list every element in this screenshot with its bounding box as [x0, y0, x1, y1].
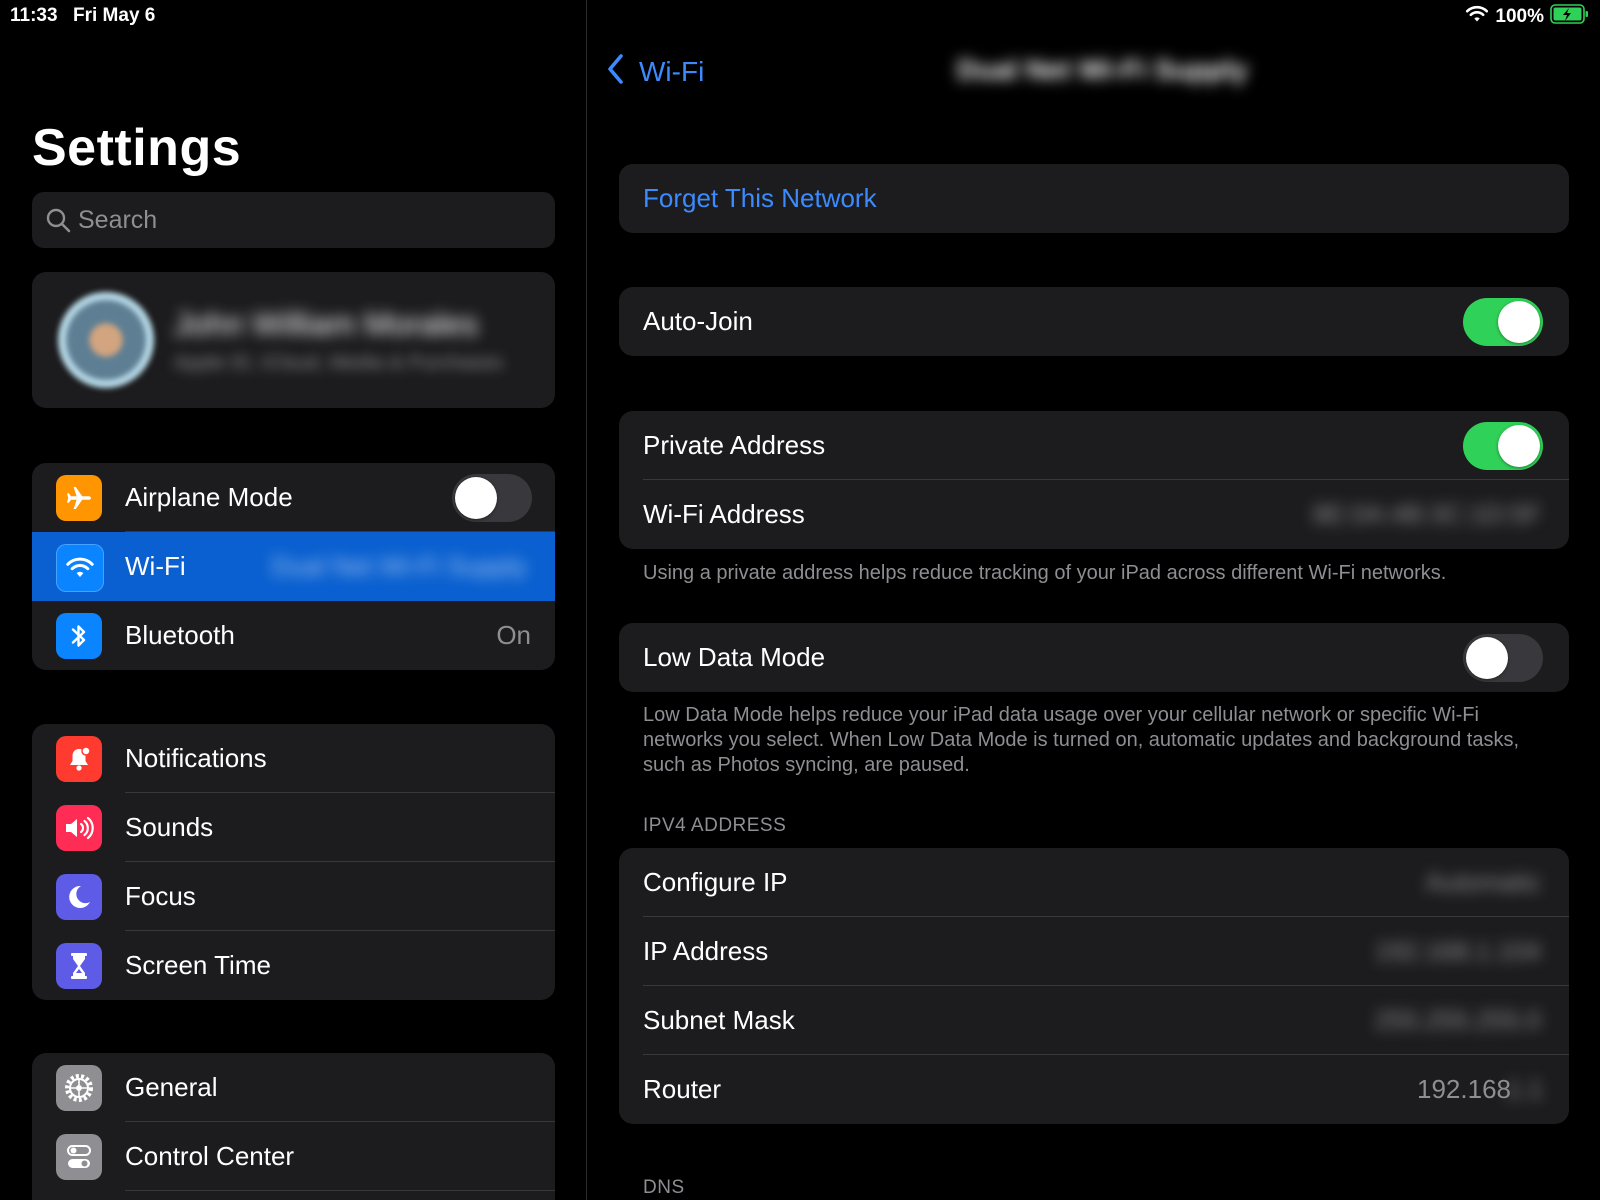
back-button[interactable]: Wi-Fi	[605, 52, 704, 92]
profile-name: John William Morales	[174, 306, 479, 342]
router-value-hidden: .1.1	[1499, 1074, 1543, 1104]
sidebar-item-airplane-mode[interactable]: Airplane Mode	[32, 463, 555, 532]
airplane-icon	[56, 475, 102, 521]
gear-icon	[56, 1065, 102, 1111]
low-data-label: Low Data Mode	[643, 642, 826, 672]
router-value: 192.168	[1417, 1074, 1511, 1104]
low-data-card: Low Data Mode	[619, 623, 1569, 692]
bell-icon	[56, 736, 102, 782]
detail-pane: Wi-Fi Dual Net Wi-Fi Supply Forget This …	[587, 0, 1600, 1200]
sidebar-item-label: Notifications	[125, 743, 267, 773]
search-icon	[44, 206, 72, 234]
sidebar-item-label: Sounds	[125, 812, 214, 842]
sidebar-item-sounds[interactable]: Sounds	[32, 793, 555, 862]
router-label: Router	[643, 1074, 722, 1104]
configure-ip-value: Automatic	[1425, 867, 1541, 897]
connectivity-group: Airplane Mode Wi-Fi Dual Net Wi-Fi Suppl…	[32, 463, 555, 670]
configure-ip-label: Configure IP	[643, 867, 788, 897]
ipv4-card: Configure IP Automatic IP Address 192.16…	[619, 848, 1569, 1124]
low-data-toggle[interactable]	[1463, 634, 1543, 682]
dns-section-header: DNS	[643, 1177, 685, 1198]
subnet-mask-value: 255.255.255.0	[1374, 1005, 1541, 1035]
router-row: Router 192.168 .1.1	[619, 1055, 1569, 1124]
apple-id-profile[interactable]: John William Morales Apple ID, iCloud, M…	[32, 272, 555, 408]
hourglass-icon	[56, 943, 102, 989]
ip-address-label: IP Address	[643, 936, 769, 966]
profile-subtitle: Apple ID, iCloud, Media & Purchases	[174, 352, 504, 374]
forget-network-button[interactable]: Forget This Network	[619, 164, 1569, 233]
sidebar-item-general[interactable]: General	[32, 1053, 555, 1122]
moon-icon	[56, 874, 102, 920]
wifi-address-label: Wi-Fi Address	[643, 499, 805, 529]
forget-network-label: Forget This Network	[643, 183, 877, 213]
ip-address-row: IP Address 192.168.1.104	[619, 917, 1569, 986]
private-address-label: Private Address	[643, 430, 826, 460]
auto-join-row: Auto-Join	[619, 287, 1569, 356]
sidebar-title: Settings	[32, 119, 242, 177]
airplane-mode-toggle[interactable]	[452, 474, 532, 522]
wifi-address-row: Wi-Fi Address 8E:0A:4B:3C:1D:5F	[619, 480, 1569, 549]
general-group: General Control Center	[32, 1053, 555, 1200]
connected-network-name: Dual Net Wi-Fi Supply	[271, 551, 527, 581]
sidebar-item-control-center[interactable]: Control Center	[32, 1122, 555, 1191]
sidebar-item-label: Control Center	[125, 1141, 295, 1171]
low-data-row: Low Data Mode	[619, 623, 1569, 692]
sidebar-item-screen-time[interactable]: Screen Time	[32, 931, 555, 1000]
network-title: Dual Net Wi-Fi Supply	[957, 54, 1248, 85]
wifi-address-value: 8E:0A:4B:3C:1D:5F	[1312, 499, 1541, 529]
ip-address-value: 192.168.1.104	[1374, 936, 1541, 966]
ipv4-section-header: IPV4 ADDRESS	[643, 815, 787, 836]
low-data-footnote: Low Data Mode helps reduce your iPad dat…	[643, 704, 1520, 776]
sidebar-item-label: Screen Time	[125, 950, 271, 980]
sidebar: Settings Search John William Morales App…	[0, 0, 586, 1200]
private-address-footnote: Using a private address helps reduce tra…	[643, 562, 1447, 584]
speaker-icon	[56, 805, 102, 851]
private-address-row: Private Address	[619, 411, 1569, 480]
sidebar-item-wifi[interactable]: Wi-Fi Dual Net Wi-Fi Supply	[32, 532, 555, 601]
sidebar-item-label: Bluetooth	[125, 620, 235, 650]
bluetooth-icon	[56, 613, 102, 659]
sidebar-item-label: General	[125, 1072, 218, 1102]
switches-icon	[56, 1134, 102, 1180]
sidebar-item-bluetooth[interactable]: Bluetooth On	[32, 601, 555, 670]
sidebar-item-label: Focus	[125, 881, 196, 911]
search-placeholder: Search	[78, 205, 158, 234]
private-address-card: Private Address Wi-Fi Address 8E:0A:4B:3…	[619, 411, 1569, 549]
wifi-icon	[56, 544, 104, 592]
private-address-toggle[interactable]	[1463, 422, 1543, 470]
auto-join-card: Auto-Join	[619, 287, 1569, 356]
sidebar-item-label: Wi-Fi	[125, 551, 186, 581]
notifications-group: Notifications Sounds Focus Screen Time	[32, 724, 555, 1000]
sidebar-item-notifications[interactable]: Notifications	[32, 724, 555, 793]
auto-join-label: Auto-Join	[643, 306, 753, 336]
forget-network-card: Forget This Network	[619, 164, 1569, 233]
search-field[interactable]: Search	[32, 192, 555, 248]
subnet-mask-row: Subnet Mask 255.255.255.0	[619, 986, 1569, 1055]
configure-ip-row[interactable]: Configure IP Automatic	[619, 848, 1569, 917]
chevron-left-icon	[605, 52, 627, 93]
sidebar-item-focus[interactable]: Focus	[32, 862, 555, 931]
subnet-mask-label: Subnet Mask	[643, 1005, 795, 1035]
avatar	[58, 292, 154, 388]
sidebar-item-label: Airplane Mode	[125, 482, 293, 512]
auto-join-toggle[interactable]	[1463, 298, 1543, 346]
back-label: Wi-Fi	[639, 56, 705, 87]
bluetooth-status: On	[496, 620, 531, 650]
